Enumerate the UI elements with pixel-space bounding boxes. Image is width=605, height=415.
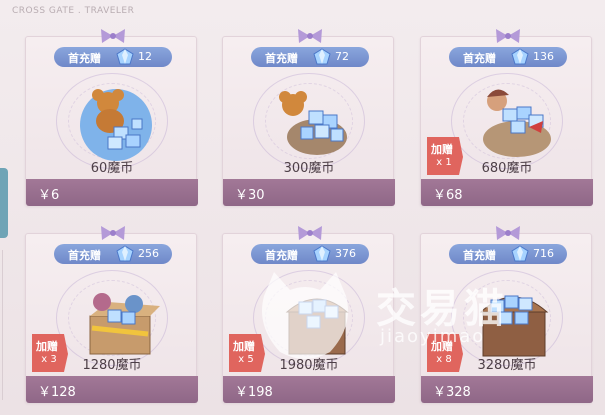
first-charge-label: 首充赠 [265, 249, 298, 262]
ribbon-bow-icon [101, 226, 125, 240]
first-charge-amount: 256 [138, 247, 159, 260]
crystal-icon [313, 48, 331, 65]
crystal-icon [313, 245, 331, 262]
first-charge-badge: 首充赠 136 [449, 47, 567, 67]
treasure-sack-illustration [483, 89, 551, 157]
first-charge-badge: 首充赠 72 [251, 47, 369, 67]
first-charge-amount: 136 [533, 50, 554, 63]
ribbon-bow-icon [298, 226, 322, 240]
buy-button[interactable]: ￥328 [421, 376, 593, 403]
bonus-label: 加赠 [431, 340, 453, 353]
buy-button[interactable]: ￥30 [223, 179, 395, 206]
product-name: 60魔币 [90, 161, 134, 176]
header-title: CROSS GATE . TRAVELER [12, 6, 135, 16]
crystal-icon [511, 245, 529, 262]
product-card-680[interactable]: 首充赠 136 加赠 x 1 680魔币 ￥68 [420, 29, 593, 206]
crystal-icon [116, 245, 134, 262]
ribbon-bow-icon [101, 29, 125, 43]
price-label: ￥128 [38, 385, 76, 400]
first-charge-badge: 首充赠 256 [54, 244, 172, 264]
first-charge-label: 首充赠 [463, 249, 496, 262]
product-name: 3280魔币 [477, 358, 537, 373]
product-name: 1280魔币 [82, 358, 142, 373]
price-label: ￥68 [433, 188, 463, 203]
bonus-label: 加赠 [233, 340, 255, 353]
treasure-chest-illustration [285, 298, 349, 355]
bonus-label: 加赠 [36, 340, 58, 353]
first-charge-label: 首充赠 [68, 52, 101, 65]
price-label: ￥328 [433, 385, 471, 400]
first-charge-label: 首充赠 [265, 52, 298, 65]
price-label: ￥198 [235, 385, 273, 400]
product-name: 680魔币 [481, 161, 533, 176]
product-card-300[interactable]: 首充赠 72 300魔币 ￥30 [222, 29, 395, 206]
product-name: 300魔币 [283, 161, 335, 176]
first-charge-amount: 376 [335, 247, 356, 260]
product-card-1980[interactable]: 首充赠 376 加赠 x 5 1980魔币 ￥198 [222, 226, 395, 403]
price-label: ￥6 [38, 188, 60, 203]
ribbon-bow-icon [298, 29, 322, 43]
buy-button[interactable]: ￥68 [421, 179, 593, 206]
ribbon-bow-icon [496, 29, 520, 43]
price-label: ￥30 [235, 188, 265, 203]
gift-box-illustration [89, 293, 160, 355]
crystal-icon [116, 48, 134, 65]
side-tab[interactable] [0, 168, 8, 238]
first-charge-badge: 首充赠 376 [251, 244, 369, 264]
first-charge-amount: 72 [335, 50, 349, 63]
buy-button[interactable]: ￥128 [26, 376, 198, 403]
product-card-3280[interactable]: 首充赠 716 加赠 x 8 3280魔币 ￥328 [420, 226, 593, 403]
first-charge-label: 首充赠 [463, 52, 496, 65]
buy-button[interactable]: ￥6 [26, 179, 198, 206]
large-treasure-chest-illustration [479, 295, 549, 357]
coin-pack-illustration [80, 89, 152, 161]
coin-sack-illustration [279, 91, 347, 155]
crystal-icon [511, 48, 529, 65]
first-charge-badge: 首充赠 12 [54, 47, 172, 67]
ribbon-bow-icon [496, 226, 520, 240]
bonus-label: 加赠 [431, 143, 453, 156]
side-decoration [2, 250, 8, 400]
product-card-1280[interactable]: 首充赠 256 加赠 x 3 1280魔币 ￥128 [25, 226, 198, 403]
first-charge-amount: 12 [138, 50, 152, 63]
first-charge-amount: 716 [533, 247, 554, 260]
product-card-60[interactable]: 首充赠 12 60魔币 ￥6 [25, 29, 198, 206]
first-charge-badge: 首充赠 716 [449, 244, 567, 264]
buy-button[interactable]: ￥198 [223, 376, 395, 403]
first-charge-label: 首充赠 [68, 249, 101, 262]
product-name: 1980魔币 [279, 358, 339, 373]
